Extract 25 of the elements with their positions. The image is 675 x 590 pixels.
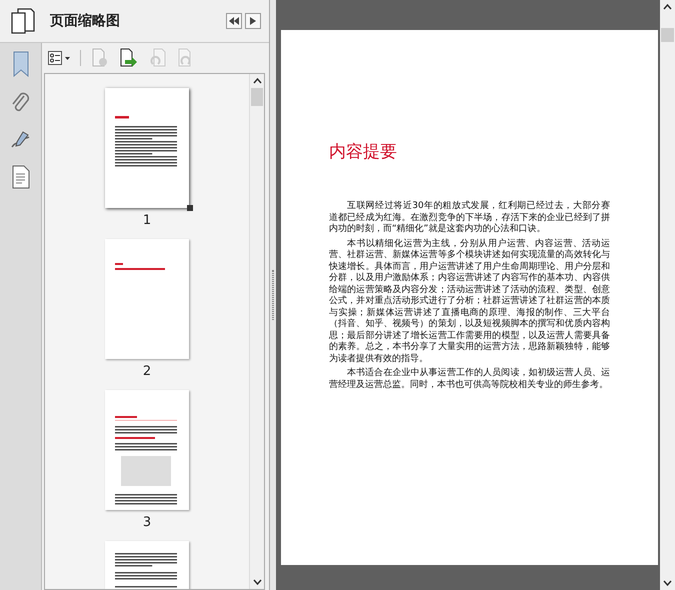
body-paragraph: 本书适合在企业中从事运营工作的人员阅读，如初级运营人员、运营经理及运营总监。同时，本书也可供高等院校相关专业的师生参考。 [329, 368, 610, 391]
bookmark-icon[interactable] [10, 51, 30, 77]
resize-handle[interactable] [187, 205, 193, 211]
expand-button[interactable] [245, 13, 261, 29]
document-icon[interactable] [12, 165, 30, 189]
page-thumbnail[interactable] [105, 390, 189, 510]
scroll-thumb[interactable] [661, 28, 674, 42]
panel-title: 页面缩略图 [50, 12, 120, 30]
pages-icon[interactable] [10, 7, 36, 35]
page-thumbnail[interactable] [105, 88, 189, 208]
body-paragraph: 本书以精细化运营为主线，分别从用户运营、内容运营、活动运营、社群运营、新媒体运营等多个模块讲述如何实现流量的高效转化与快速增长。具体而言，用户运营讲述了用户生命周期理论、用户分层和分群，以及用户激励体系；内容运营讲述了内容写作的基本功、内容供给端的运营策略及内容分发；活动运营讲述了活动的流程、类型、创意公式，并对重点活动形式进行了分析；社群运营讲述了社群运营的本质与实操；新媒体运营讲述了直播电商的原理、海报的制作、三大平台（抖音、知乎、视频号）的策划，以及短视频脚本的撰写和优质内容构思；最后部分讲述了增长运营工作需要用的模型，以及运营人需要具备的素养。总之，本书分享了大量实用的运营方法，思路新颖独特，能够为读者提供有效的指导。 [329, 238, 610, 365]
options-menu-button[interactable] [48, 51, 70, 65]
page-thumbnail[interactable] [105, 239, 189, 359]
document-heading: 内容提要 [329, 144, 398, 161]
insert-page-icon[interactable] [119, 48, 139, 68]
page-number: 1 [142, 214, 152, 227]
scroll-thumb[interactable] [251, 88, 263, 106]
double-left-icon [229, 17, 239, 25]
collapse-button[interactable] [226, 13, 242, 29]
right-icon [250, 17, 256, 25]
page-number: 3 [142, 516, 152, 529]
list-options-icon [48, 51, 62, 65]
page-number: 2 [142, 365, 152, 378]
caret-icon [65, 56, 70, 60]
body-paragraph: 互联网经过将近30年的粗放式发展，红利期已经过去，大部分赛道都已经成为红海。在激烈竞争的下半场，存活下来的企业已经到了拼内功的时刻，而“精细化”就是这套内功的心法和口诀。 [329, 201, 610, 236]
